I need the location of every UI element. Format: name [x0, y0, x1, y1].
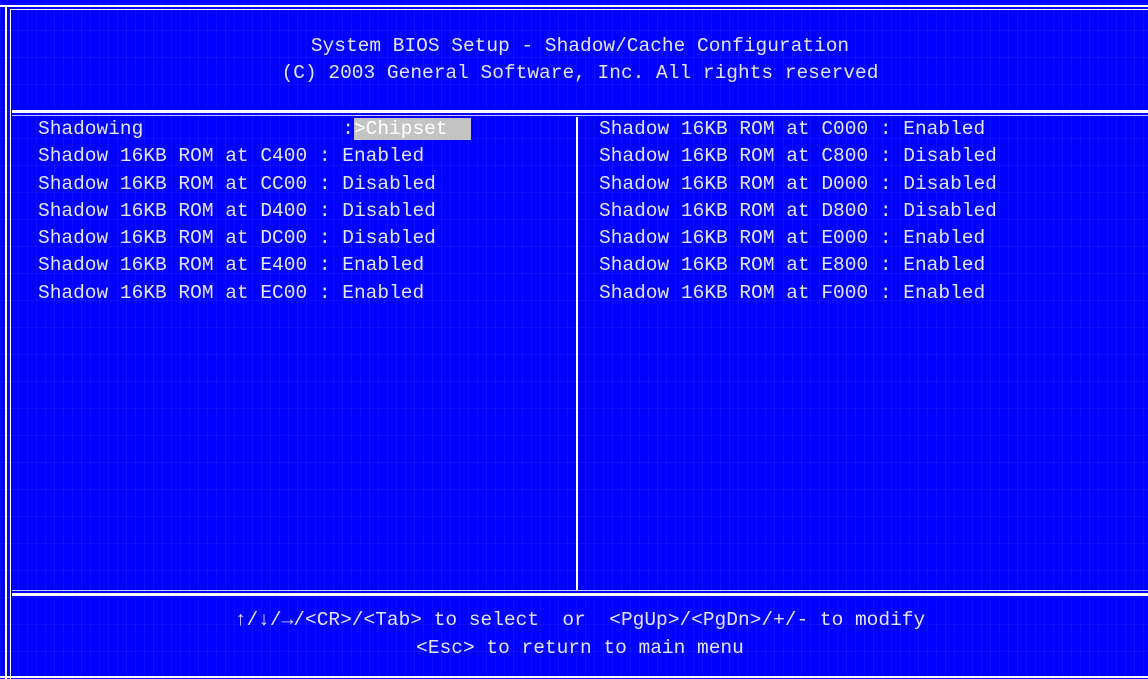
- setting-separator: :: [879, 145, 892, 168]
- header: System BIOS Setup - Shadow/Cache Configu…: [12, 10, 1148, 110]
- setting-separator: :: [318, 254, 331, 277]
- setting-row[interactable]: Shadow 16KB ROM at EC00 : Enabled: [38, 280, 568, 307]
- setting-value[interactable]: Enabled: [892, 227, 985, 249]
- header-divider: [12, 110, 1148, 113]
- setting-label: Shadowing: [38, 118, 343, 140]
- setting-row[interactable]: Shadow 16KB ROM at D800 : Disabled: [599, 198, 1139, 225]
- setting-label: Shadow 16KB ROM at C000: [599, 118, 880, 140]
- setting-separator: :: [318, 145, 331, 168]
- setting-value[interactable]: Disabled: [892, 200, 997, 222]
- setting-row[interactable]: Shadow 16KB ROM at E800 : Enabled: [599, 252, 1139, 279]
- setting-label: Shadow 16KB ROM at E400: [38, 254, 319, 277]
- setting-separator: :: [318, 199, 331, 222]
- setting-separator: :: [879, 172, 892, 195]
- setting-label: Shadow 16KB ROM at F000: [599, 281, 880, 304]
- frame-left-outer: [5, 5, 7, 679]
- setting-separator: :: [879, 118, 892, 140]
- setting-value[interactable]: >Chipset: [353, 118, 471, 140]
- copyright-text: (C) 2003 General Software, Inc. All righ…: [281, 62, 879, 84]
- setting-row[interactable]: Shadow 16KB ROM at CC00 : Disabled: [38, 171, 568, 198]
- help-line-escape: <Esc> to return to main menu: [416, 637, 744, 659]
- frame-top-outer: [0, 5, 1148, 7]
- setting-value[interactable]: Enabled: [331, 145, 424, 167]
- setting-row[interactable]: Shadow 16KB ROM at E400 : Enabled: [38, 252, 568, 279]
- setting-value[interactable]: Disabled: [892, 173, 997, 195]
- setting-separator: :: [318, 172, 331, 195]
- setting-separator: :: [879, 199, 892, 222]
- setting-label: Shadow 16KB ROM at C800: [599, 145, 880, 168]
- page-title: System BIOS Setup - Shadow/Cache Configu…: [310, 35, 850, 57]
- setting-value[interactable]: Enabled: [331, 282, 424, 304]
- footer-help: ↑/↓/→/<CR>/<Tab> to select or <PgUp>/<Pg…: [12, 596, 1148, 672]
- setting-separator: :: [879, 254, 892, 277]
- setting-row[interactable]: Shadow 16KB ROM at D000 : Disabled: [599, 171, 1139, 198]
- setting-value[interactable]: Enabled: [892, 282, 985, 304]
- setting-row[interactable]: Shadow 16KB ROM at DC00 : Disabled: [38, 225, 568, 252]
- setting-row[interactable]: Shadow 16KB ROM at D400 : Disabled: [38, 198, 568, 225]
- setting-row[interactable]: Shadow 16KB ROM at E000 : Enabled: [599, 225, 1139, 252]
- help-line-navigation: ↑/↓/→/<CR>/<Tab> to select or <PgUp>/<Pg…: [234, 609, 926, 631]
- footer-divider-inner: [12, 590, 1148, 591]
- setting-row[interactable]: Shadow 16KB ROM at F000 : Enabled: [599, 280, 1139, 307]
- setting-label: Shadow 16KB ROM at CC00: [38, 172, 319, 195]
- setting-label: Shadow 16KB ROM at E800: [599, 254, 880, 277]
- setting-label: Shadow 16KB ROM at C400: [38, 145, 319, 168]
- frame-left-inner: [10, 9, 11, 679]
- setting-value[interactable]: Disabled: [331, 173, 436, 195]
- setting-value[interactable]: Disabled: [331, 200, 436, 222]
- left-settings-panel: Shadowing :>Chipset Shadow 16KB ROM at C…: [38, 116, 568, 307]
- setting-separator: :: [879, 227, 892, 250]
- setting-separator: :: [879, 281, 892, 304]
- setting-value[interactable]: Disabled: [331, 227, 436, 249]
- setting-value[interactable]: Enabled: [892, 254, 985, 276]
- setting-label: Shadow 16KB ROM at D800: [599, 199, 880, 222]
- setting-label: Shadow 16KB ROM at DC00: [38, 227, 319, 250]
- setting-separator: :: [318, 227, 331, 250]
- setting-row[interactable]: Shadowing :>Chipset: [38, 116, 568, 143]
- setting-separator: :: [342, 118, 354, 140]
- frame-bottom-outer: [0, 676, 1148, 678]
- setting-label: Shadow 16KB ROM at D000: [599, 172, 880, 195]
- setting-separator: :: [318, 281, 331, 304]
- bios-screen: System BIOS Setup - Shadow/Cache Configu…: [0, 0, 1148, 679]
- setting-value[interactable]: Enabled: [331, 254, 424, 276]
- right-settings-panel: Shadow 16KB ROM at C000 : Enabled Shadow …: [599, 116, 1139, 307]
- setting-row[interactable]: Shadow 16KB ROM at C800 : Disabled: [599, 143, 1139, 170]
- setting-value[interactable]: Enabled: [892, 118, 985, 140]
- setting-label: Shadow 16KB ROM at E000: [599, 227, 880, 250]
- setting-label: Shadow 16KB ROM at EC00: [38, 281, 319, 304]
- setting-row[interactable]: Shadow 16KB ROM at C400 : Enabled: [38, 143, 568, 170]
- setting-label: Shadow 16KB ROM at D400: [38, 199, 319, 222]
- setting-value[interactable]: Disabled: [892, 145, 997, 167]
- column-divider: [576, 117, 578, 591]
- setting-row[interactable]: Shadow 16KB ROM at C000 : Enabled: [599, 116, 1139, 143]
